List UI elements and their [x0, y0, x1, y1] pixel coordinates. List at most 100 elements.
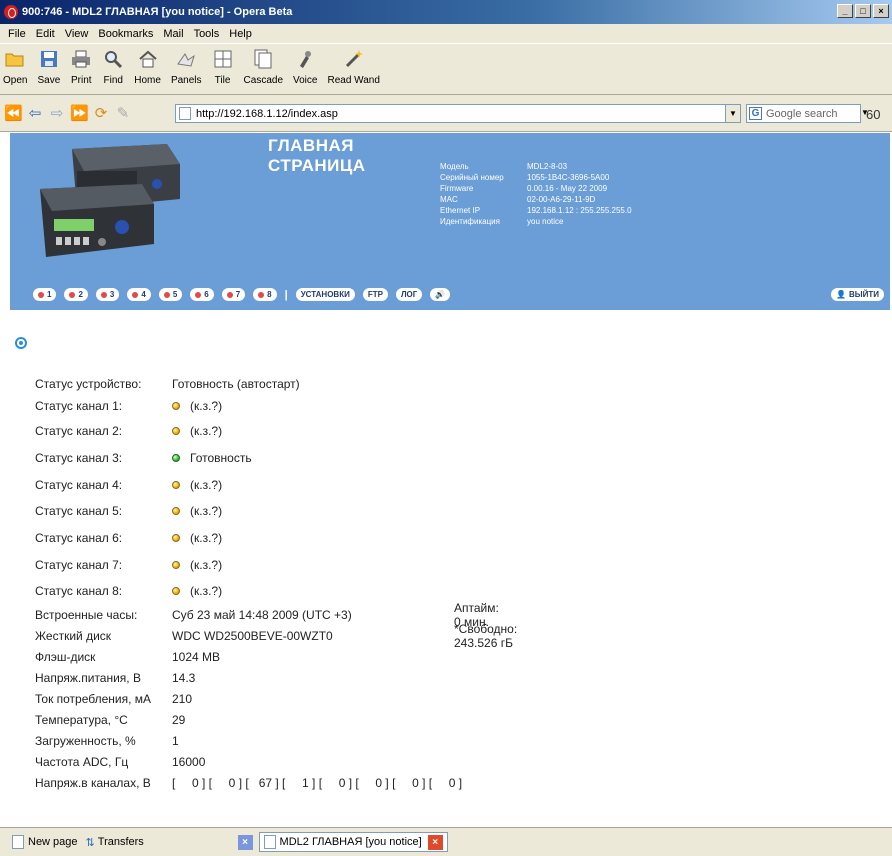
channel-number: 1: [47, 290, 52, 299]
tile-button[interactable]: Tile: [212, 48, 234, 86]
url-text: http://192.168.1.12/index.asp: [196, 107, 338, 120]
edit-icon[interactable]: ✎: [114, 104, 132, 122]
address-bar: ⏪ ⇦ ⇨ ⏩ ⟳ ✎ http://192.168.1.12/index.as…: [0, 95, 892, 132]
hdd-free-value: *Свободно: 243.526 гБ: [454, 621, 518, 650]
voice-icon: [294, 48, 316, 70]
status-label: Температура, °С: [35, 712, 128, 727]
channel-2-button[interactable]: 2: [64, 288, 88, 301]
reload-icon[interactable]: ⟳: [92, 104, 110, 122]
channel-8-button[interactable]: 8: [253, 288, 277, 301]
status-value: Готовность: [190, 450, 252, 465]
channel-6-button[interactable]: 6: [190, 288, 214, 301]
forward-icon[interactable]: ⇨: [48, 104, 66, 122]
speaker-icon: 🔊: [435, 290, 446, 299]
nav-separator: |: [284, 288, 288, 301]
menu-help[interactable]: Help: [224, 28, 257, 40]
status-row-channel: Статус канал 8: (к.з.?): [35, 578, 462, 604]
menu-edit[interactable]: Edit: [31, 28, 60, 40]
channel-5-button[interactable]: 5: [158, 288, 183, 301]
ftp-button[interactable]: FTP: [362, 288, 388, 301]
page-title-line2: СТРАНИЦА: [268, 156, 366, 175]
log-button[interactable]: ЛОГ: [395, 288, 423, 301]
tile-label: Tile: [214, 75, 231, 86]
printer-icon: [70, 48, 92, 70]
cascade-button[interactable]: Cascade: [244, 48, 283, 86]
page-tab[interactable]: MDL2 ГЛАВНАЯ [you notice] ×: [258, 832, 448, 852]
main-toolbar: Open Save Print Find Home Panels Tile Ca…: [0, 43, 892, 95]
maximize-button[interactable]: □: [855, 4, 871, 18]
status-lamp-icon: [172, 560, 180, 569]
menu-tools[interactable]: Tools: [189, 28, 225, 40]
channel-led-icon: [163, 291, 170, 298]
status-row-channel: Статус канал 1: (к.з.?): [35, 394, 462, 417]
menu-mail[interactable]: Mail: [158, 28, 188, 40]
url-dropdown-icon[interactable]: ▼: [725, 105, 740, 122]
print-button[interactable]: Print: [70, 48, 92, 86]
channel-number: 8: [267, 290, 272, 299]
status-value: WDC WD2500BEVE-00WZT0: [172, 628, 333, 643]
status-value: (к.з.?): [190, 423, 223, 438]
status-value: 1: [172, 733, 179, 748]
status-row-temp: Температура, °С 29: [35, 709, 462, 730]
status-label: Статус канал 3:: [35, 450, 123, 465]
menu-file[interactable]: File: [3, 28, 31, 40]
info-value: you notice: [527, 217, 564, 226]
fast-forward-icon[interactable]: ⏩: [70, 104, 89, 122]
status-label: Флэш-диск: [35, 649, 96, 664]
voice-button[interactable]: Voice: [293, 48, 317, 86]
transfers-close-icon[interactable]: ×: [237, 834, 253, 850]
minimize-button[interactable]: _: [837, 4, 853, 18]
read-wand-button[interactable]: Read Wand: [327, 48, 380, 86]
status-label: Загруженность, %: [35, 733, 136, 748]
channel-led-icon: [132, 291, 139, 298]
menu-bookmarks[interactable]: Bookmarks: [93, 28, 158, 40]
channel-3-button[interactable]: 3: [95, 288, 120, 301]
rewind-icon[interactable]: ⏪: [4, 104, 23, 122]
status-row-channel: Статус канал 7: (к.з.?): [35, 551, 462, 578]
search-placeholder: Google search: [766, 107, 838, 120]
sound-button[interactable]: 🔊: [430, 288, 451, 301]
find-button[interactable]: Find: [102, 48, 124, 86]
channel-1-button[interactable]: 1: [33, 288, 57, 301]
save-button[interactable]: Save: [37, 48, 60, 86]
settings-button[interactable]: УСТАНОВКИ: [295, 288, 355, 301]
panels-button[interactable]: Panels: [171, 48, 202, 86]
menu-view[interactable]: View: [60, 28, 94, 40]
refresh-icon[interactable]: [15, 337, 27, 349]
save-label: Save: [37, 75, 61, 86]
info-value: MDL2-8-03: [527, 162, 568, 171]
status-label: Ток потребления, мА: [35, 691, 152, 706]
home-button[interactable]: Home: [134, 48, 161, 86]
url-field[interactable]: http://192.168.1.12/index.asp ▼: [175, 104, 741, 123]
window-title-bar: 900:746 - MDL2 ГЛАВНАЯ [you notice] - Op…: [0, 0, 892, 24]
status-row-current: Ток потребления, мА 210: [35, 688, 462, 709]
folder-open-icon: [4, 48, 26, 70]
transfers-tab[interactable]: ⇅ Transfers ×: [82, 832, 257, 852]
channel-4-button[interactable]: 4: [127, 288, 151, 301]
search-input[interactable]: G Google search: [746, 104, 861, 123]
transfers-label: Transfers: [97, 836, 144, 848]
window-title: 900:746 - MDL2 ГЛАВНАЯ [you notice] - Op…: [22, 6, 293, 18]
open-button[interactable]: Open: [3, 48, 27, 86]
zoom-glasses-icon[interactable]: 60: [866, 107, 880, 122]
status-lamp-icon: [172, 587, 180, 595]
magnifier-icon: [102, 48, 124, 70]
tile-icon: [212, 48, 234, 70]
info-value: 1055-1B4C-3696-5A00: [527, 173, 610, 182]
channel-7-button[interactable]: 7: [221, 288, 246, 301]
status-value: Суб 23 май 14:48 2009 (UTC +3): [172, 607, 352, 622]
back-icon[interactable]: ⇦: [26, 104, 44, 122]
status-row-voltage: Напряж.питания, В 14.3: [35, 667, 462, 688]
status-lamp-icon: [172, 453, 180, 462]
channel-number: 2: [78, 290, 83, 299]
channel-number: 3: [109, 290, 115, 299]
close-button[interactable]: ×: [873, 4, 889, 18]
status-value: 210: [172, 691, 193, 706]
page-tab-close-icon[interactable]: ×: [427, 834, 443, 850]
new-page-tab[interactable]: New page: [8, 832, 82, 852]
status-row-adc: Частота ADC, Гц 16000: [35, 751, 462, 772]
tab-bar: New page ⇅ Transfers × MDL2 ГЛАВНАЯ [you…: [0, 827, 892, 856]
exit-button[interactable]: 👤 ВЫЙТИ: [831, 288, 884, 301]
status-row-channel: Статус канал 5: (к.з.?): [35, 498, 462, 524]
exit-label: ВЫЙТИ: [849, 290, 879, 299]
